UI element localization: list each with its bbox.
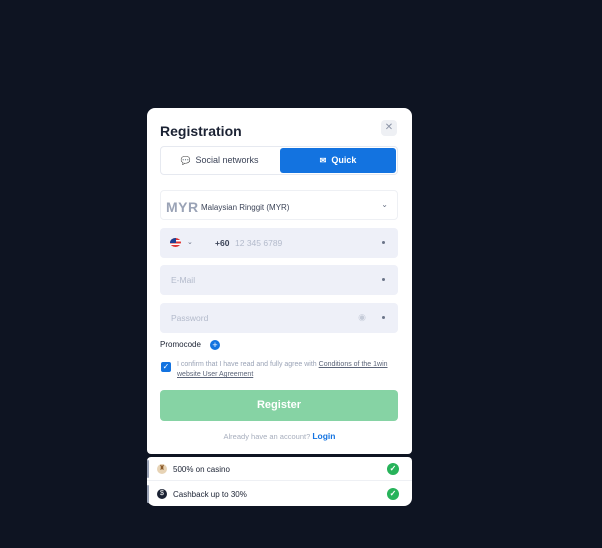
- email-placeholder: E-Mail: [171, 275, 196, 285]
- flag-icon[interactable]: [170, 238, 181, 247]
- registration-tabs: 💬 Social networks ✉ Quick: [160, 146, 398, 175]
- chevron-down-icon: ⌄: [381, 200, 388, 209]
- check-icon: ✓: [387, 463, 399, 475]
- required-dot-icon: [382, 278, 385, 281]
- login-link[interactable]: Login: [312, 431, 335, 441]
- cashback-icon: $: [157, 489, 167, 499]
- bonus-accent-bar: [147, 460, 149, 478]
- register-button[interactable]: Register: [160, 390, 398, 421]
- casino-icon: ♜: [157, 464, 167, 474]
- currency-code: MYR: [166, 199, 199, 215]
- check-icon: ✓: [387, 488, 399, 500]
- chat-icon: 💬: [180, 156, 191, 165]
- bonus-label: Cashback up to 30%: [173, 490, 247, 499]
- agreement-checkbox[interactable]: ✓: [161, 362, 171, 372]
- tab-quick-label: Quick: [331, 155, 357, 165]
- promocode-label[interactable]: Promocode: [160, 340, 201, 349]
- chevron-down-icon[interactable]: ⌄: [187, 238, 193, 246]
- eye-icon[interactable]: ◉: [358, 312, 366, 323]
- phone-placeholder: 12 345 6789: [235, 238, 283, 248]
- agreement-body: I confirm that I have read and fully agr…: [177, 361, 319, 368]
- bonus-item: $ Cashback up to 30% ✓: [147, 482, 412, 506]
- required-dot-icon: [382, 241, 385, 244]
- tab-social-networks[interactable]: 💬 Social networks: [161, 147, 278, 174]
- bonus-item: ♜ 500% on casino ✓: [147, 457, 412, 481]
- required-dot-icon: [382, 316, 385, 319]
- country-code: +60: [215, 238, 230, 248]
- currency-select[interactable]: MYR Malaysian Ringgit (MYR) ⌄: [160, 190, 398, 220]
- agreement-text: I confirm that I have read and fully agr…: [177, 360, 391, 380]
- bonus-panel: ♜ 500% on casino ✓ $ Cashback up to 30% …: [147, 457, 412, 506]
- bonus-accent-bar: [147, 485, 149, 503]
- plus-icon[interactable]: +: [210, 340, 220, 350]
- currency-name: Malaysian Ringgit (MYR): [201, 203, 290, 212]
- envelope-icon: ✉: [319, 156, 327, 165]
- email-field[interactable]: E-Mail: [160, 265, 398, 295]
- close-icon[interactable]: ✕: [381, 120, 397, 136]
- password-placeholder: Password: [171, 313, 209, 323]
- registration-modal: Registration ✕ 💬 Social networks ✉ Quick M…: [147, 108, 412, 454]
- login-prompt: Already have an account? Login: [147, 431, 412, 441]
- tab-quick[interactable]: ✉ Quick: [280, 148, 396, 173]
- phone-field[interactable]: ⌄ +60 12 345 6789: [160, 228, 398, 258]
- tab-social-label: Social networks: [195, 155, 259, 165]
- modal-title: Registration: [160, 123, 242, 139]
- password-field[interactable]: Password ◉: [160, 303, 398, 333]
- bonus-label: 500% on casino: [173, 465, 230, 474]
- login-prompt-text: Already have an account?: [223, 432, 311, 441]
